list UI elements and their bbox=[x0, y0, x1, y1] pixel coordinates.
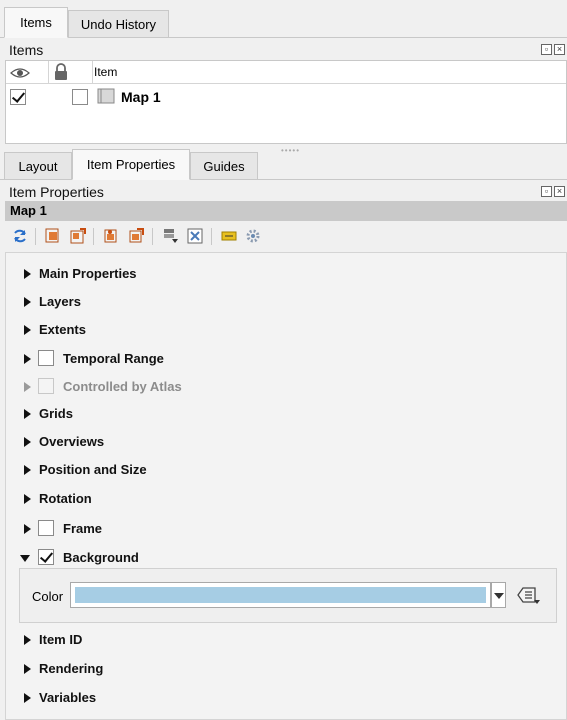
expand-arrow-icon[interactable] bbox=[24, 354, 31, 364]
refresh-icon[interactable] bbox=[12, 228, 28, 244]
data-defined-override-icon[interactable] bbox=[515, 585, 541, 605]
section-label: Position and Size bbox=[39, 462, 147, 477]
item-properties-panel: Main Properties Layers Extents Temporal … bbox=[5, 252, 567, 720]
section-label: Temporal Range bbox=[63, 351, 164, 366]
toolbar-separator bbox=[35, 228, 36, 245]
visibility-column-header[interactable] bbox=[6, 61, 49, 84]
properties-tab-bar: Layout Item Properties Guides bbox=[0, 149, 567, 180]
close-icon[interactable]: × bbox=[554, 186, 565, 197]
section-label: Extents bbox=[39, 322, 86, 337]
section-controlled-by-atlas[interactable]: Controlled by Atlas bbox=[6, 375, 566, 399]
section-label: Variables bbox=[39, 690, 97, 705]
expand-arrow-icon[interactable] bbox=[24, 437, 31, 447]
color-label: Color bbox=[32, 589, 64, 604]
section-label: Main Properties bbox=[39, 266, 137, 281]
section-extents[interactable]: Extents bbox=[6, 318, 566, 342]
items-dock-buttons: ▫ × bbox=[541, 44, 565, 55]
lower-item-icon[interactable] bbox=[45, 228, 61, 244]
map-item-icon bbox=[97, 88, 115, 104]
section-label: Frame bbox=[63, 521, 103, 536]
expand-arrow-icon[interactable] bbox=[24, 524, 31, 534]
background-group: Color bbox=[19, 568, 557, 623]
items-panel-title: Items bbox=[9, 42, 44, 58]
item-column-header[interactable]: Item bbox=[93, 61, 566, 84]
raise-item-icon[interactable] bbox=[70, 228, 86, 244]
section-grids[interactable]: Grids bbox=[6, 402, 566, 426]
section-label: Layers bbox=[39, 294, 81, 309]
section-layers[interactable]: Layers bbox=[6, 290, 566, 314]
to-bottom-icon[interactable] bbox=[103, 228, 119, 244]
items-table: Item Map 1 bbox=[5, 60, 567, 144]
float-icon[interactable]: ▫ bbox=[541, 44, 552, 55]
items-table-header: Item bbox=[6, 61, 566, 84]
toolbar-separator bbox=[211, 228, 212, 245]
section-label: Overviews bbox=[39, 434, 105, 449]
section-label: Grids bbox=[39, 406, 73, 421]
align-icon[interactable] bbox=[162, 228, 178, 244]
selected-item-name: Map 1 bbox=[10, 203, 47, 218]
section-label: Controlled by Atlas bbox=[63, 379, 182, 394]
label-icon[interactable] bbox=[221, 228, 237, 244]
collapse-arrow-icon[interactable] bbox=[20, 555, 30, 562]
item-lock-checkbox[interactable] bbox=[72, 89, 89, 105]
toolbar-separator bbox=[152, 228, 153, 245]
to-top-icon[interactable] bbox=[128, 228, 144, 244]
float-icon[interactable]: ▫ bbox=[541, 186, 552, 197]
section-frame[interactable]: Frame bbox=[6, 517, 566, 541]
item-column-label: Item bbox=[94, 65, 118, 79]
expand-arrow-icon[interactable] bbox=[24, 297, 31, 307]
color-swatch bbox=[75, 587, 486, 603]
section-position-size[interactable]: Position and Size bbox=[6, 458, 566, 482]
section-item-id[interactable]: Item ID bbox=[6, 628, 566, 652]
controlled-by-atlas-checkbox bbox=[38, 378, 54, 394]
background-checkbox[interactable] bbox=[38, 549, 54, 565]
section-label: Rotation bbox=[39, 491, 92, 506]
toolbar-separator bbox=[93, 228, 94, 245]
expand-arrow-icon[interactable] bbox=[24, 635, 31, 645]
expand-arrow-icon[interactable] bbox=[24, 409, 31, 419]
color-button[interactable] bbox=[70, 582, 491, 608]
lock-column-header[interactable] bbox=[49, 61, 93, 84]
section-rotation[interactable]: Rotation bbox=[6, 487, 566, 511]
tab-item-properties[interactable]: Item Properties bbox=[72, 149, 190, 180]
expand-arrow-icon[interactable] bbox=[24, 269, 31, 279]
section-temporal-range[interactable]: Temporal Range bbox=[6, 347, 566, 371]
selected-item-header: Map 1 bbox=[5, 201, 567, 221]
section-label: Item ID bbox=[39, 632, 83, 647]
item-name[interactable]: Map 1 bbox=[121, 89, 161, 105]
section-overviews[interactable]: Overviews bbox=[6, 430, 566, 454]
item-properties-title: Item Properties bbox=[9, 184, 104, 200]
settings-icon[interactable] bbox=[245, 228, 261, 244]
expand-arrow-icon[interactable] bbox=[24, 494, 31, 504]
temporal-range-checkbox[interactable] bbox=[38, 350, 54, 366]
tab-layout[interactable]: Layout bbox=[4, 152, 72, 180]
expand-arrow-icon[interactable] bbox=[24, 465, 31, 475]
section-background[interactable]: Background bbox=[6, 546, 566, 570]
section-variables[interactable]: Variables bbox=[6, 686, 566, 710]
section-label: Background bbox=[63, 550, 139, 565]
section-main-properties[interactable]: Main Properties bbox=[6, 262, 566, 286]
top-tab-bar: Items Undo History bbox=[0, 7, 567, 38]
tab-items[interactable]: Items bbox=[4, 7, 68, 38]
zoom-extent-icon[interactable] bbox=[187, 228, 203, 244]
expand-arrow-icon[interactable] bbox=[24, 693, 31, 703]
table-row[interactable]: Map 1 bbox=[6, 85, 566, 109]
color-dropdown-button[interactable] bbox=[491, 582, 506, 608]
expand-arrow-icon bbox=[24, 382, 31, 392]
section-rendering[interactable]: Rendering bbox=[6, 657, 566, 681]
section-label: Rendering bbox=[39, 661, 104, 676]
tab-guides[interactable]: Guides bbox=[190, 152, 258, 180]
frame-checkbox[interactable] bbox=[38, 520, 54, 536]
expand-arrow-icon[interactable] bbox=[24, 325, 31, 335]
props-dock-buttons: ▫ × bbox=[541, 186, 565, 197]
expand-arrow-icon[interactable] bbox=[24, 664, 31, 674]
close-icon[interactable]: × bbox=[554, 44, 565, 55]
lock-icon bbox=[55, 63, 67, 80]
tab-undo-history[interactable]: Undo History bbox=[68, 10, 169, 38]
eye-icon bbox=[10, 68, 30, 78]
item-visible-checkbox[interactable] bbox=[10, 89, 26, 105]
